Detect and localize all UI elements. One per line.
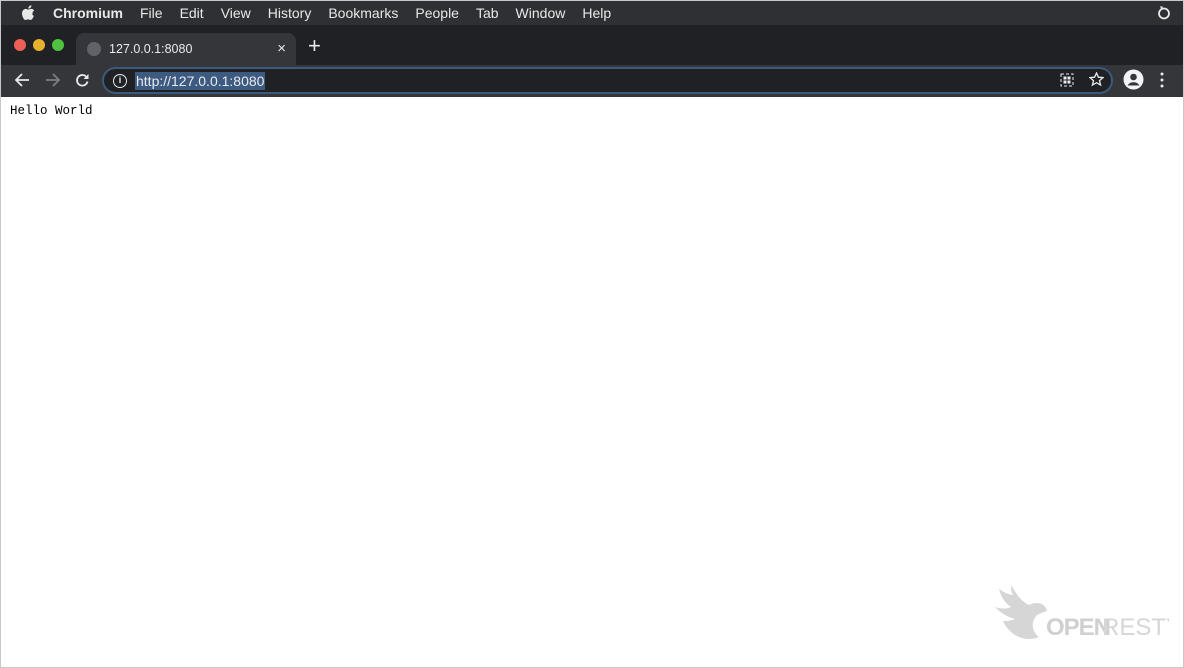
tab-strip: 127.0.0.1:8080 × +	[1, 25, 1183, 65]
close-tab-icon[interactable]: ×	[277, 40, 286, 57]
menu-tab[interactable]: Tab	[476, 5, 499, 21]
reload-icon[interactable]	[75, 73, 90, 88]
menu-app-name[interactable]: Chromium	[53, 5, 123, 21]
apple-icon[interactable]	[21, 5, 35, 21]
time-machine-icon[interactable]	[1157, 5, 1171, 20]
close-window-button[interactable]	[14, 39, 26, 51]
svg-text:RESTY: RESTY	[1102, 614, 1169, 641]
menu-people[interactable]: People	[415, 5, 459, 21]
menu-bookmarks[interactable]: Bookmarks	[328, 5, 398, 21]
openresty-watermark-logo: OPEN RESTY	[995, 585, 1169, 641]
new-tab-button[interactable]: +	[308, 35, 321, 57]
menu-edit[interactable]: Edit	[180, 5, 204, 21]
url-input[interactable]: http://127.0.0.1:8080	[135, 71, 266, 90]
globe-icon	[87, 42, 101, 56]
qr-code-icon[interactable]	[1060, 73, 1074, 87]
more-menu-icon[interactable]	[1159, 72, 1165, 88]
profile-avatar-icon[interactable]	[1123, 69, 1144, 90]
toolbar: i http://127.0.0.1:8080	[1, 65, 1183, 97]
window-controls	[14, 39, 64, 51]
page-body-text: Hello World	[10, 104, 93, 118]
menu-window[interactable]: Window	[516, 5, 566, 21]
menu-bar: Chromium File Edit View History Bookmark…	[1, 1, 1183, 25]
svg-text:OPEN: OPEN	[1046, 614, 1110, 641]
minimize-window-button[interactable]	[33, 39, 45, 51]
address-bar[interactable]: i http://127.0.0.1:8080	[102, 67, 1113, 94]
tab-active[interactable]: 127.0.0.1:8080 ×	[76, 33, 296, 65]
zoom-window-button[interactable]	[52, 39, 64, 51]
bookmark-star-icon[interactable]	[1089, 72, 1104, 87]
back-arrow-icon[interactable]	[15, 73, 30, 87]
tab-title: 127.0.0.1:8080	[109, 42, 193, 56]
menu-view[interactable]: View	[221, 5, 251, 21]
info-icon[interactable]: i	[113, 73, 127, 88]
forward-arrow-icon[interactable]	[45, 73, 60, 87]
menu-help[interactable]: Help	[582, 5, 611, 21]
menu-file[interactable]: File	[140, 5, 163, 21]
menu-history[interactable]: History	[268, 5, 312, 21]
